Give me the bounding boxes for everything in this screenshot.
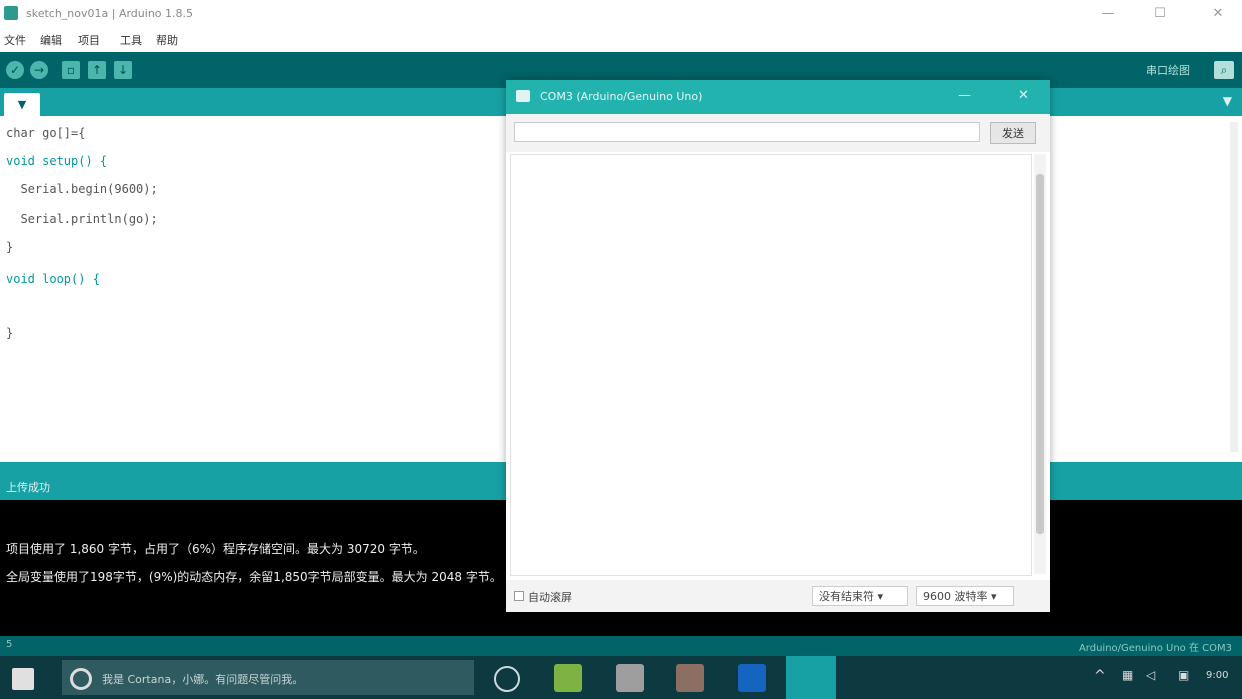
menu-file[interactable]: 文件 bbox=[4, 32, 26, 48]
send-input[interactable] bbox=[514, 122, 980, 142]
baud-rate-dropdown[interactable]: 9600 波特率 ▾ bbox=[916, 586, 1014, 606]
upload-button[interactable]: → bbox=[30, 61, 48, 79]
tray-expand-icon[interactable]: ^ bbox=[1094, 668, 1106, 684]
menu-help[interactable]: 帮助 bbox=[156, 32, 178, 48]
taskbar-app-icon[interactable] bbox=[738, 664, 766, 692]
ide-footer: 5 Arduino/Genuino Uno 在 COM3 bbox=[0, 636, 1242, 656]
serial-output-area[interactable] bbox=[510, 154, 1032, 576]
board-port-label: Arduino/Genuino Uno 在 COM3 bbox=[1078, 643, 1232, 654]
notification-icon[interactable]: ▣ bbox=[1178, 668, 1189, 682]
send-row: 发送 bbox=[506, 114, 1050, 152]
menu-tools[interactable]: 工具 bbox=[120, 32, 142, 48]
menu-edit[interactable]: 编辑 bbox=[40, 32, 62, 48]
monitor-minimize-button[interactable]: — bbox=[958, 88, 971, 103]
code-line: void loop() { bbox=[6, 272, 100, 286]
tab-menu-icon[interactable]: ▼ bbox=[1223, 94, 1232, 108]
taskbar-app-icon[interactable] bbox=[676, 664, 704, 692]
line-ending-dropdown[interactable]: 没有结束符 ▾ bbox=[812, 586, 908, 606]
windows-taskbar: 我是 Cortana，小娜。有问题尽管问我。 ^ ▦ ◁ ▣ 9:00 bbox=[0, 656, 1242, 699]
autoscroll-label: 自动滚屏 bbox=[528, 591, 572, 604]
tab-sketch[interactable]: ▼ bbox=[4, 93, 40, 116]
close-button[interactable]: ✕ bbox=[1200, 4, 1236, 24]
new-sketch-button[interactable]: ▫ bbox=[62, 61, 80, 79]
console-status-text: 上传成功 bbox=[6, 481, 50, 494]
arduino-taskbar-icon[interactable] bbox=[786, 656, 836, 699]
taskbar-app-icon[interactable] bbox=[616, 664, 644, 692]
minimize-button[interactable]: — bbox=[1090, 4, 1126, 24]
code-line: char go[]={ bbox=[6, 126, 86, 140]
line-number: 5 bbox=[6, 639, 13, 650]
send-button[interactable]: 发送 bbox=[990, 122, 1036, 144]
autoscroll-checkbox[interactable] bbox=[514, 591, 524, 601]
task-view-icon[interactable] bbox=[494, 666, 520, 692]
scrollbar-thumb[interactable] bbox=[1036, 174, 1044, 534]
taskbar-app-icon[interactable] bbox=[554, 664, 582, 692]
cortana-icon bbox=[70, 668, 92, 690]
menu-bar: 文件 编辑 项目 工具 帮助 bbox=[0, 28, 1242, 50]
start-button[interactable] bbox=[12, 668, 34, 690]
code-line: } bbox=[6, 326, 14, 340]
save-sketch-button[interactable]: ↓ bbox=[114, 61, 132, 79]
serial-monitor-title: COM3 (Arduino/Genuino Uno) bbox=[540, 90, 703, 103]
window-title: sketch_nov01a | Arduino 1.8.5 bbox=[26, 7, 194, 20]
monitor-close-button[interactable]: ✕ bbox=[1018, 88, 1029, 103]
cortana-search-box[interactable]: 我是 Cortana，小娜。有问题尽管问我。 bbox=[62, 660, 474, 695]
code-line: Serial.println(go); bbox=[6, 212, 158, 226]
serial-monitor-titlebar: COM3 (Arduino/Genuino Uno) — ✕ bbox=[506, 80, 1050, 114]
serial-monitor-button[interactable]: ⌕ bbox=[1214, 61, 1234, 79]
serial-output-scrollbar[interactable] bbox=[1034, 154, 1046, 574]
menu-sketch[interactable]: 项目 bbox=[78, 32, 100, 48]
window-titlebar: sketch_nov01a | Arduino 1.8.5 — ☐ ✕ bbox=[0, 0, 1242, 28]
clock[interactable]: 9:00 bbox=[1206, 670, 1228, 681]
maximize-button[interactable]: ☐ bbox=[1142, 4, 1178, 24]
volume-icon[interactable]: ◁ bbox=[1146, 668, 1155, 682]
search-placeholder: 我是 Cortana，小娜。有问题尽管问我。 bbox=[102, 673, 304, 686]
console-line: 项目使用了 1,860 字节，占用了（6%）程序存储空间。最大为 30720 字… bbox=[6, 542, 425, 556]
serial-monitor-window: COM3 (Arduino/Genuino Uno) — ✕ 发送 自动滚屏 没… bbox=[506, 80, 1050, 612]
code-line: void setup() { bbox=[6, 154, 108, 168]
arduino-app-icon bbox=[4, 6, 18, 20]
serial-monitor-icon bbox=[516, 90, 530, 102]
verify-button[interactable]: ✓ bbox=[6, 61, 24, 79]
editor-scrollbar[interactable] bbox=[1230, 122, 1238, 452]
serial-plotter-button[interactable]: 串口绘图 bbox=[1146, 62, 1190, 78]
network-icon[interactable]: ▦ bbox=[1122, 668, 1133, 682]
code-line: Serial.begin(9600); bbox=[6, 182, 158, 196]
open-sketch-button[interactable]: ↑ bbox=[88, 61, 106, 79]
serial-settings-row: 自动滚屏 没有结束符 ▾ 9600 波特率 ▾ bbox=[506, 580, 1050, 612]
code-line: } bbox=[6, 240, 14, 254]
console-line: 全局变量使用了198字节，(9%)的动态内存，余留1,850字节局部变量。最大为… bbox=[6, 570, 502, 584]
